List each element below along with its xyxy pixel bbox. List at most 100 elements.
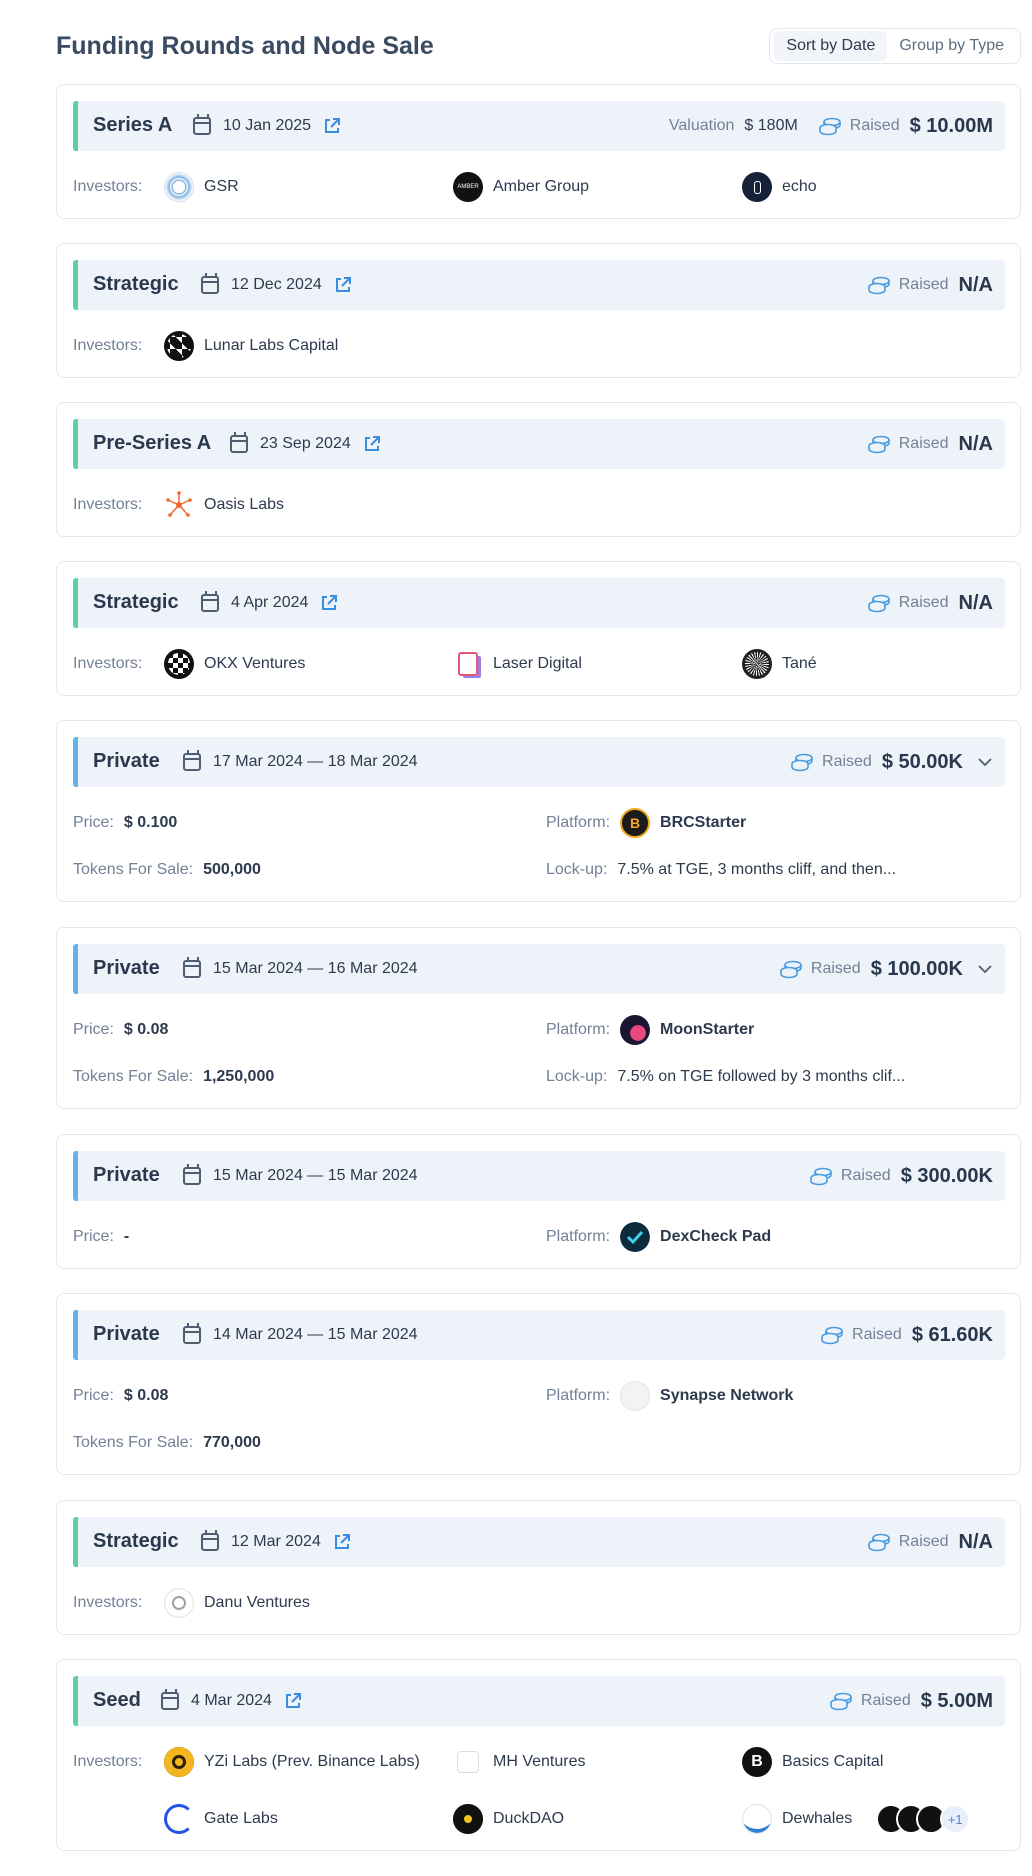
round-date: 4 Apr 2024 (231, 594, 309, 611)
raised-value: $ 10.00M (909, 114, 993, 137)
external-link-icon[interactable] (320, 594, 338, 612)
round-type: Private (93, 1164, 160, 1186)
coins-icon (820, 1325, 844, 1345)
platform-label: Platform: (546, 1021, 611, 1038)
investor-item[interactable]: Dewhales +1 (742, 1804, 971, 1834)
dexcheck-logo-icon (620, 1222, 651, 1252)
calendar-icon (201, 273, 219, 294)
external-link-icon[interactable] (334, 276, 352, 294)
tokens-label: Tokens For Sale: (73, 1068, 194, 1085)
funding-round-card: Strategic 12 Mar 2024 Raised N/A Investo… (56, 1500, 1021, 1635)
investor-name: Oasis Labs (204, 496, 285, 513)
raised-value: N/A (958, 273, 993, 296)
yzi-labs-logo-icon (164, 1747, 194, 1777)
funding-round-card: Strategic 12 Dec 2024 Raised N/A Investo… (56, 243, 1021, 378)
investors-label: Investors: (73, 1594, 143, 1611)
raised-label: Raised (898, 276, 949, 293)
round-type: Private (93, 957, 160, 979)
round-type-bar (73, 737, 78, 787)
group-by-type-button[interactable]: Group by Type (887, 31, 1016, 61)
gsr-logo-icon (164, 172, 194, 202)
round-header: Strategic 12 Mar 2024 Raised N/A (73, 1517, 1005, 1567)
amber-group-logo-icon: AMBER (453, 172, 483, 202)
raised-label: Raised (810, 960, 861, 977)
investor-name: Tané (782, 655, 817, 672)
investor-item[interactable]: Laser Digital (453, 649, 582, 679)
coins-icon (779, 959, 803, 979)
round-header: Pre-Series A 23 Sep 2024 Raised N/A (73, 419, 1005, 469)
raised-label: Raised (822, 753, 872, 770)
funding-round-card: Seed 4 Mar 2024 Raised $ 5.00M Investors… (56, 1659, 1021, 1851)
external-link-icon[interactable] (363, 435, 381, 453)
platform-row[interactable]: Platform: MoonStarter (546, 1015, 754, 1045)
round-date: 10 Jan 2025 (223, 117, 312, 134)
price-label: Price: (73, 1021, 114, 1038)
platform-row[interactable]: Platform: B BRCStarter (546, 808, 746, 838)
platform-name: BRCStarter (660, 814, 747, 831)
price-value: - (123, 1228, 130, 1245)
price-row: Price: - (73, 1222, 129, 1252)
raised-value: N/A (958, 591, 993, 614)
investor-item[interactable]: AMBER Amber Group (453, 172, 589, 202)
chevron-down-icon[interactable] (977, 961, 993, 977)
sort-by-date-button[interactable]: Sort by Date (774, 31, 888, 61)
investor-item[interactable]: Lunar Labs Capital (164, 331, 338, 361)
price-label: Price: (73, 1228, 114, 1245)
price-row: Price: $ 0.100 (73, 808, 177, 838)
round-type-bar (73, 1151, 78, 1201)
platform-row[interactable]: Platform: Synapse Network (546, 1381, 793, 1411)
round-header: Private 14 Mar 2024 — 15 Mar 2024 Raised… (73, 1310, 1005, 1360)
investor-item[interactable]: YZi Labs (Prev. Binance Labs) (164, 1747, 420, 1777)
investor-item[interactable]: Danu Ventures (164, 1588, 310, 1618)
investor-item[interactable]: B Basics Capital (742, 1747, 883, 1777)
round-date: 12 Mar 2024 (231, 1533, 321, 1550)
investor-name: Lunar Labs Capital (204, 337, 339, 354)
funding-round-card: Series A 10 Jan 2025 Valuation $ 180M Ra… (56, 84, 1021, 219)
investor-item[interactable]: Gate Labs (164, 1804, 278, 1834)
chevron-down-icon[interactable] (977, 754, 993, 770)
tokens-row: Tokens For Sale: 500,000 (73, 855, 261, 885)
more-investors-stack[interactable]: +1 (876, 1804, 971, 1834)
valuation-value: $ 180M (744, 117, 798, 134)
tane-logo-icon (742, 649, 772, 679)
calendar-icon (161, 1689, 179, 1710)
platform-row[interactable]: Platform: DexCheck Pad (546, 1222, 771, 1252)
round-date: 17 Mar 2024 — 18 Mar 2024 (213, 753, 418, 770)
investor-item[interactable]: MH Ventures (453, 1747, 585, 1777)
more-investors-count[interactable]: +1 (940, 1804, 971, 1834)
platform-name: Synapse Network (660, 1387, 794, 1404)
raised-value: $ 5.00M (920, 1689, 993, 1712)
calendar-icon (201, 591, 219, 612)
basics-capital-logo-icon: B (742, 1747, 772, 1777)
external-link-icon[interactable] (323, 117, 341, 135)
tokens-label: Tokens For Sale: (73, 861, 194, 878)
price-row: Price: $ 0.08 (73, 1015, 168, 1045)
investor-item[interactable]: Tané (742, 649, 817, 679)
round-header[interactable]: Private 15 Mar 2024 — 16 Mar 2024 Raised… (73, 944, 1005, 994)
investor-name: Dewhales (782, 1810, 853, 1827)
coins-icon (829, 1691, 853, 1711)
calendar-icon (183, 957, 201, 978)
investors-label: Investors: (73, 496, 143, 513)
coins-icon (867, 593, 891, 613)
coins-icon (790, 752, 814, 772)
external-link-icon[interactable] (284, 1692, 302, 1710)
investor-item[interactable]: OKX Ventures (164, 649, 305, 679)
raised-value: $ 100.00K (870, 957, 963, 980)
round-date: 23 Sep 2024 (260, 435, 351, 452)
investors-label: Investors: (73, 337, 143, 354)
round-type: Strategic (93, 591, 179, 613)
investor-item[interactable]: DuckDAO (453, 1804, 564, 1834)
investor-item[interactable]: Oasis Labs (164, 490, 284, 520)
investor-name: Laser Digital (493, 655, 582, 672)
round-type: Series A (93, 114, 173, 136)
round-type: Seed (93, 1689, 141, 1711)
round-type-bar (73, 578, 78, 628)
investor-item[interactable]: echo (742, 172, 817, 202)
investor-item[interactable]: GSR (164, 172, 239, 202)
sort-toggle: Sort by Date Group by Type (769, 28, 1021, 64)
investor-name: Danu Ventures (204, 1594, 310, 1611)
external-link-icon[interactable] (333, 1533, 351, 1551)
round-header[interactable]: Private 17 Mar 2024 — 18 Mar 2024 Raised… (73, 737, 1005, 787)
platform-label: Platform: (546, 1387, 611, 1404)
